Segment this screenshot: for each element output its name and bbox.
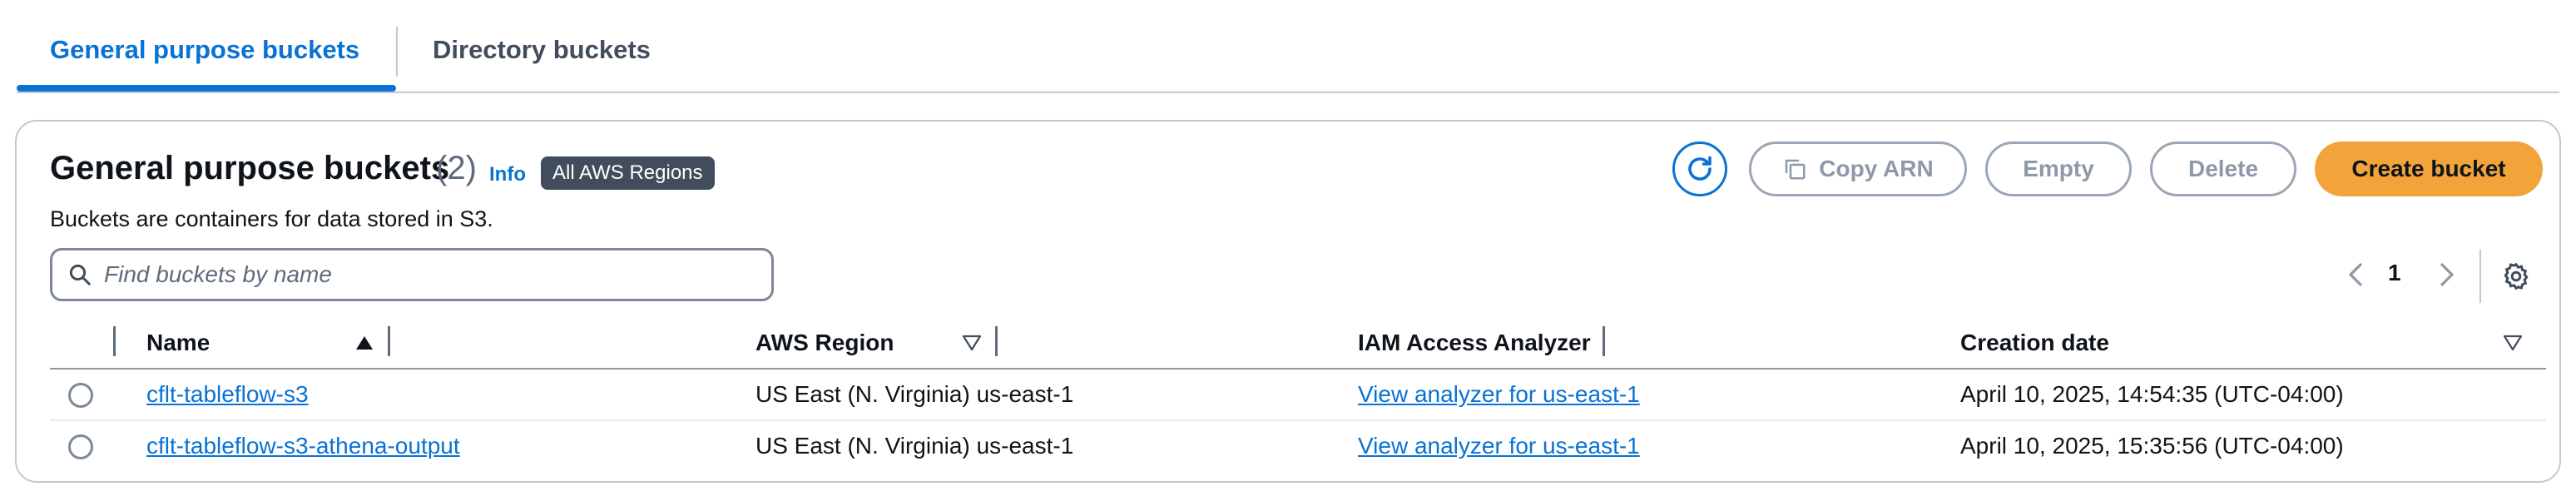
column-separator[interactable]	[1603, 326, 1605, 356]
column-header-iam-access-analyzer[interactable]: IAM Access Analyzer	[1358, 330, 1591, 356]
refresh-icon	[1688, 156, 1712, 181]
bucket-region: US East (N. Virginia) us-east-1	[755, 433, 1074, 459]
sort-ascending-icon[interactable]	[354, 335, 374, 351]
search-icon	[69, 264, 91, 285]
creation-date: April 10, 2025, 14:54:35 (UTC-04:00)	[1960, 381, 2344, 407]
chevron-left-icon	[2349, 263, 2362, 286]
delete-button[interactable]: Delete	[2150, 141, 2296, 196]
copy-icon	[1782, 156, 1807, 181]
gear-icon	[2504, 262, 2529, 290]
table-header: Name AWS Region IAM Access Analyzer Crea…	[50, 320, 2546, 370]
tab-divider	[396, 27, 398, 77]
column-header-aws-region[interactable]: AWS Region	[755, 330, 894, 356]
table-row[interactable]: cflt-tableflow-s3-athena-output US East …	[50, 421, 2546, 473]
column-separator[interactable]	[388, 326, 390, 356]
chevron-right-icon	[2440, 263, 2454, 286]
table-settings-button[interactable]	[2499, 260, 2533, 293]
column-separator	[113, 326, 116, 356]
bucket-type-tabs: General purpose buckets Directory bucket…	[17, 0, 2559, 93]
search-input[interactable]	[104, 261, 753, 288]
creation-date: April 10, 2025, 15:35:56 (UTC-04:00)	[1960, 433, 2344, 459]
panel-description: Buckets are containers for data stored i…	[50, 206, 493, 231]
refresh-button[interactable]	[1672, 141, 1727, 196]
search-box	[50, 248, 774, 301]
row-select-radio[interactable]	[68, 383, 93, 408]
sort-descending-icon[interactable]	[962, 335, 982, 351]
column-separator[interactable]	[995, 326, 998, 356]
bucket-count: (2)	[436, 150, 477, 186]
copy-arn-button[interactable]: Copy ARN	[1749, 141, 1967, 196]
table-row[interactable]: cflt-tableflow-s3 US East (N. Virginia) …	[50, 370, 2546, 421]
view-analyzer-link[interactable]: View analyzer for us-east-1	[1358, 381, 1640, 408]
bucket-name-link[interactable]: cflt-tableflow-s3-athena-output	[146, 433, 460, 459]
sort-descending-icon[interactable]	[2503, 335, 2523, 351]
column-header-name[interactable]: Name	[146, 330, 210, 356]
empty-button[interactable]: Empty	[1985, 141, 2132, 196]
region-badge: All AWS Regions	[541, 156, 715, 190]
current-page-number[interactable]: 1	[2388, 260, 2401, 286]
next-page-button[interactable]	[2435, 260, 2460, 290]
previous-page-button[interactable]	[2343, 260, 2368, 290]
pager-divider	[2479, 250, 2481, 303]
buckets-panel: General purpose buckets (2) Info All AWS…	[15, 120, 2561, 483]
page-title: General purpose buckets	[50, 150, 450, 186]
row-select-radio[interactable]	[68, 434, 93, 459]
bucket-name-link[interactable]: cflt-tableflow-s3	[146, 381, 309, 408]
column-header-creation-date[interactable]: Creation date	[1960, 330, 2109, 356]
create-bucket-button[interactable]: Create bucket	[2315, 141, 2543, 196]
tab-directory-buckets[interactable]: Directory buckets	[433, 35, 651, 65]
info-link[interactable]: Info	[489, 163, 526, 186]
view-analyzer-link[interactable]: View analyzer for us-east-1	[1358, 433, 1640, 459]
tab-general-purpose-buckets[interactable]: General purpose buckets	[50, 35, 359, 65]
active-tab-indicator	[17, 85, 396, 92]
copy-arn-label: Copy ARN	[1819, 156, 1934, 181]
bucket-region: US East (N. Virginia) us-east-1	[755, 381, 1074, 407]
